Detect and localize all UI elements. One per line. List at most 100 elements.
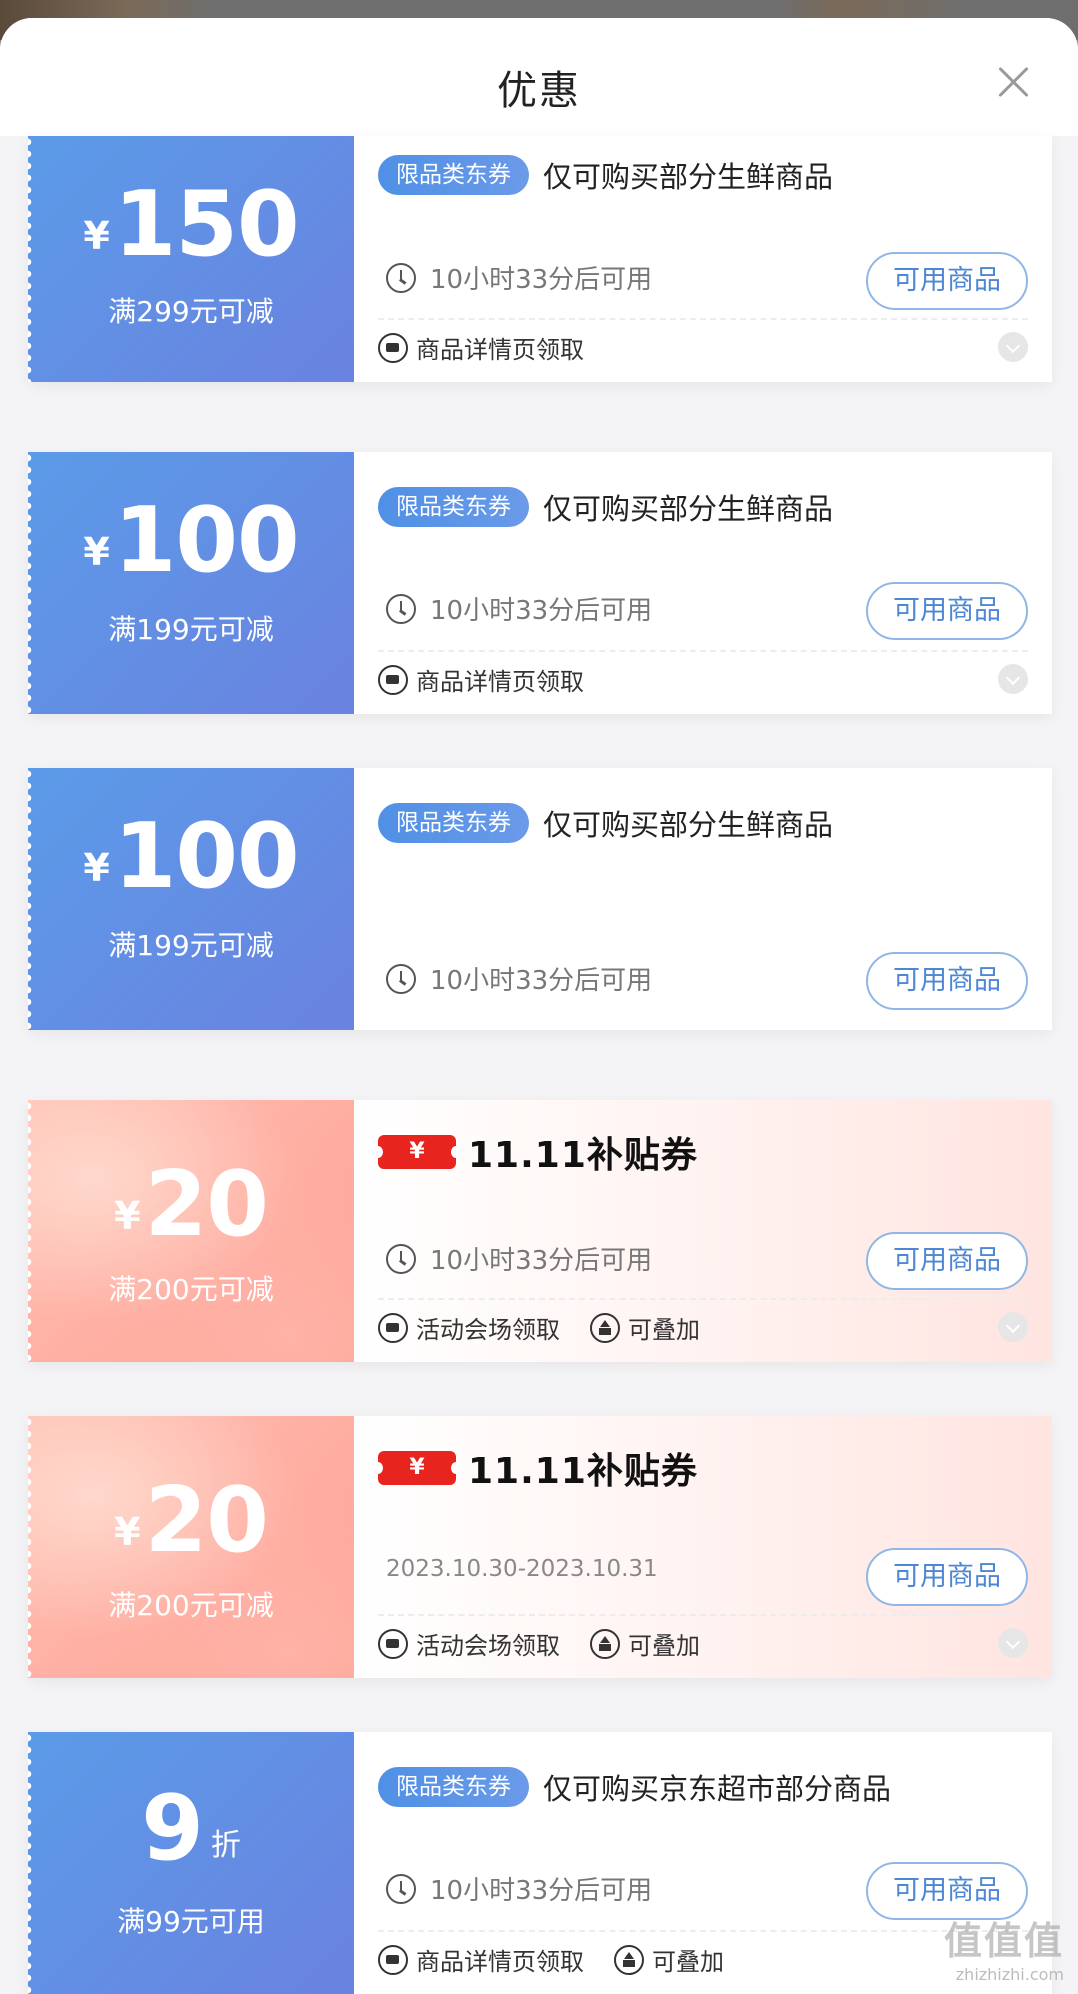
ticket-icon [378,1312,408,1343]
coupon-card: ¥20 满200元可减 ¥ 11.11补贴券 2023.10.30-2023.1… [28,1416,1052,1678]
divider [378,318,1028,320]
watermark-domain: zhizhizhi.com [955,1965,1064,1984]
source-label: 活动会场领取 [416,1632,560,1660]
clock-icon [386,1243,416,1274]
coupon-description: 仅可购买京东超市部分商品 [543,1772,892,1806]
coupon-type-row: 限品类东券 仅可购买京东超市部分商品 [378,1766,891,1808]
validity-dates: 2023.10.30-2023.10.31 [386,1556,658,1582]
coupon-condition: 满199元可减 [108,613,274,646]
validity-row: 2023.10.30-2023.10.31 [386,1556,658,1582]
availability-row: 10小时33分后可用 [386,1240,652,1277]
source-label: 活动会场领取 [416,1316,560,1344]
coupon-card: 9折 满99元可用 限品类东券 仅可购买京东超市部分商品 10小时33分后可用 … [28,1732,1052,1994]
divider [378,1298,1028,1300]
coupon-details: ¥ 11.11补贴券 10小时33分后可用 可用商品 活动会场领取 可叠加 [354,1100,1052,1362]
watermark-logo: 值值值 [943,1919,1064,1963]
amount-value: 100 [113,488,300,593]
sheet-header: 优惠 [0,18,1078,136]
available-products-button[interactable]: 可用商品 [866,1548,1028,1606]
stackable-label: 可叠加 [628,1316,700,1344]
divider [378,1930,1028,1932]
coupon-type-row: ¥ 11.11补贴券 [373,1126,698,1178]
available-products-button[interactable]: 可用商品 [866,252,1028,310]
watermark: 值值值 zhizhizhi.com [944,1910,1064,1984]
expand-chevron-icon[interactable] [998,1312,1028,1342]
source-label: 商品详情页领取 [416,668,584,696]
sheet-title: 优惠 [497,68,581,114]
coupon-amount: ¥20 [28,1468,354,1573]
availability-time: 10小时33分后可用 [430,265,653,295]
amount-value: 20 [144,1152,269,1257]
coupon-details: ¥ 11.11补贴券 2023.10.30-2023.10.31 可用商品 活动… [354,1416,1052,1678]
coupon-condition: 满200元可减 [108,1589,274,1622]
currency-symbol: ¥ [83,846,110,890]
expand-chevron-icon[interactable] [998,664,1028,694]
ticket-icon [378,1944,408,1975]
coupon-type-row: ¥ 11.11补贴券 [373,1442,698,1494]
close-icon[interactable] [994,62,1034,102]
expand-chevron-icon[interactable] [998,332,1028,362]
subsidy-title: 11.11补贴券 [468,1451,698,1492]
expand-chevron-icon[interactable] [998,1628,1028,1658]
stackable-icon [590,1312,620,1343]
clock-icon [386,593,416,624]
category-tag: 限品类东券 [378,487,529,527]
coupon-card: ¥150 满299元可减 限品类东券 仅可购买部分生鲜商品 10小时33分后可用… [28,136,1052,382]
currency-symbol: ¥ [114,1194,141,1238]
coupon-card: ¥100 满199元可减 限品类东券 仅可购买部分生鲜商品 10小时33分后可用… [28,768,1052,1030]
subsidy-title: 11.11补贴券 [468,1135,698,1176]
category-tag: 限品类东券 [378,803,529,843]
availability-row: 10小时33分后可用 [386,259,652,296]
stackable-label: 可叠加 [652,1948,724,1976]
divider [378,1614,1028,1616]
coupon-description: 仅可购买部分生鲜商品 [543,492,834,526]
availability-time: 10小时33分后可用 [430,596,653,626]
clock-icon [386,262,416,293]
stackable-icon [590,1628,620,1659]
subsidy-badge-icon: ¥ [373,1451,461,1485]
coupon-value-panel: ¥20 满200元可减 [28,1416,354,1678]
availability-time: 10小时33分后可用 [430,1876,653,1906]
coupon-value-panel: ¥150 满299元可减 [28,136,354,382]
coupon-value-panel: 9折 满99元可用 [28,1732,354,1994]
coupon-details: 限品类东券 仅可购买部分生鲜商品 10小时33分后可用 可用商品 商品详情页领取 [354,452,1052,714]
available-products-button[interactable]: 可用商品 [866,582,1028,640]
amount-value: 100 [113,804,300,909]
currency-symbol: ¥ [114,1510,141,1554]
amount-value: 150 [113,172,300,277]
coupon-type-row: 限品类东券 仅可购买部分生鲜商品 [378,486,833,528]
coupon-condition: 满299元可减 [108,295,274,328]
available-products-button[interactable]: 可用商品 [866,952,1028,1010]
category-tag: 限品类东券 [378,155,529,195]
clock-icon [386,963,416,994]
currency-symbol: ¥ [83,530,110,574]
meta-row: 活动会场领取 可叠加 [378,1626,730,1661]
coupon-amount: ¥100 [28,804,354,909]
coupon-amount: ¥20 [28,1152,354,1257]
availability-row: 10小时33分后可用 [386,960,652,997]
divider [378,650,1028,652]
availability-time: 10小时33分后可用 [430,966,653,996]
subsidy-badge-icon: ¥ [373,1135,461,1169]
coupon-value-panel: ¥20 满200元可减 [28,1100,354,1362]
availability-time: 10小时33分后可用 [430,1246,653,1276]
meta-row: 商品详情页领取 可叠加 [378,1942,754,1977]
coupon-condition: 满199元可减 [108,929,274,962]
coupon-amount: 9折 [28,1776,354,1881]
available-products-button[interactable]: 可用商品 [866,1232,1028,1290]
coupon-type-row: 限品类东券 仅可购买部分生鲜商品 [378,802,833,844]
clock-icon [386,1873,416,1904]
stackable-label: 可叠加 [628,1632,700,1660]
coupon-details: 限品类东券 仅可购买部分生鲜商品 10小时33分后可用 可用商品 [354,768,1052,1030]
category-tag: 限品类东券 [378,1767,529,1807]
meta-row: 商品详情页领取 [378,330,614,365]
ticket-icon [378,332,408,363]
availability-row: 10小时33分后可用 [386,590,652,627]
coupon-type-row: 限品类东券 仅可购买部分生鲜商品 [378,154,833,196]
coupon-card: ¥20 满200元可减 ¥ 11.11补贴券 10小时33分后可用 可用商品 活… [28,1100,1052,1362]
coupon-condition: 满99元可用 [117,1905,265,1938]
amount-value: 9 [141,1776,204,1881]
coupon-amount: ¥100 [28,488,354,593]
ticket-icon [378,664,408,695]
availability-row: 10小时33分后可用 [386,1870,652,1907]
